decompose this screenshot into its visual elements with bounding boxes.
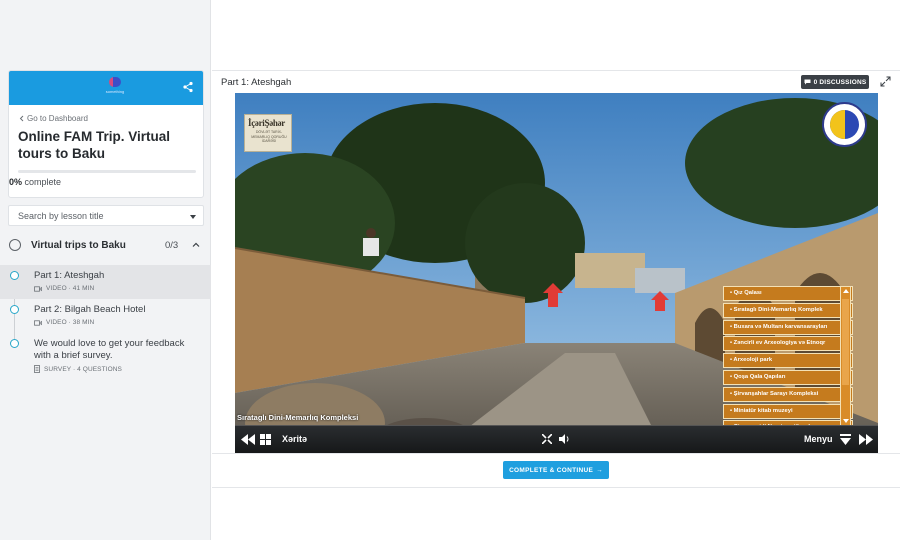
scene-caption: Sırataglı Dini-Memarlıq Kompleksi	[237, 413, 359, 422]
tour-menu-item[interactable]: • Qız Qalası	[723, 286, 853, 301]
back-link-label: Go to Dashboard	[27, 114, 88, 123]
scroll-up-icon[interactable]	[843, 289, 849, 293]
previous-scene-icon[interactable]	[241, 434, 255, 445]
section-status-icon	[9, 239, 21, 251]
lesson-item-survey[interactable]: We would love to get your feedback with …	[0, 333, 211, 379]
map-button[interactable]: Xəritə	[282, 434, 307, 444]
menu-dropdown-icon[interactable]	[840, 434, 851, 445]
share-icon[interactable]	[182, 81, 194, 93]
tour-menu-item[interactable]: • Arxeoloji park	[723, 353, 853, 369]
lesson-item-part-1[interactable]: Part 1: Ateshgah VIDEO · 41 MIN	[0, 265, 211, 299]
progress-label: complete	[22, 177, 62, 187]
lesson-title: Part 1: Ateshgah	[34, 270, 105, 281]
lesson-footer: COMPLETE & CONTINUE →	[212, 453, 900, 489]
volume-icon[interactable]	[559, 434, 570, 444]
lesson-search-placeholder: Search by lesson title	[18, 211, 104, 221]
lesson-title: Part 2: Bilgah Beach Hotel	[34, 304, 146, 315]
tour-menu-item[interactable]: • Miniatür kitab muzeyi	[723, 403, 853, 419]
tour-logo: İçəriŞəhər DÖVLƏT TARİX-MEMARLIQ QORUĞU …	[244, 114, 292, 152]
chevron-up-icon[interactable]	[192, 241, 200, 249]
complete-button-label: COMPLETE & CONTINUE	[509, 466, 594, 474]
progress-bar	[18, 170, 196, 173]
arrow-right-icon: →	[596, 466, 603, 474]
chevron-left-icon	[19, 115, 24, 122]
scroll-down-icon[interactable]	[843, 419, 849, 423]
lesson-meta: VIDEO · 41 MIN	[34, 285, 94, 292]
lesson-search-select[interactable]: Search by lesson title	[8, 205, 204, 226]
lesson-status-icon	[10, 305, 19, 314]
lesson-status-icon	[10, 339, 19, 348]
progress-text: 0% complete	[9, 177, 61, 187]
lesson-title: We would love to get your feedback with …	[34, 338, 185, 361]
caret-down-icon	[190, 215, 196, 219]
tour-menu-item[interactable]: • Sırataglı Dini-Memarlıq Komplek	[723, 302, 853, 318]
tour-logo-subtitle: DÖVLƏT TARİX-MEMARLIQ QORUĞU İDARƏSİ	[251, 130, 287, 143]
lesson-meta-text: VIDEO · 38 MIN	[46, 319, 95, 326]
lesson-header-title: Part 1: Ateshgah	[221, 77, 292, 88]
video-icon	[34, 285, 42, 292]
tour-menu-item[interactable]: • Şirvanşahlar Sarayı Kompleksi	[723, 386, 853, 402]
fullscreen-toggle-icon[interactable]	[542, 434, 552, 444]
lesson-meta: SURVEY · 4 QUESTIONS	[34, 365, 122, 373]
survey-icon	[34, 365, 40, 373]
section-title: Virtual trips to Baku	[31, 240, 126, 251]
tour-location-menu[interactable]: • Qız Qalası • Sırataglı Dini-Memarlıq Ko…	[723, 286, 853, 427]
discussions-button[interactable]: 0 DISCUSSIONS	[801, 75, 869, 89]
tour-logo-name: İçəriŞəhər	[248, 118, 285, 128]
tour-menu-item[interactable]: • Qoşa Qala Qapıları	[723, 369, 853, 385]
fullscreen-icon[interactable]	[880, 76, 891, 87]
tour-menu-item[interactable]: • Buxara və Multanı karvansarayları	[723, 319, 853, 335]
course-banner: something	[9, 71, 203, 105]
progress-percent: 0%	[9, 177, 23, 187]
lesson-meta-text: VIDEO · 41 MIN	[46, 285, 95, 292]
virtual-tour-viewer[interactable]: İçəriŞəhər DÖVLƏT TARİX-MEMARLIQ QORUĞU …	[235, 93, 878, 453]
next-scene-icon[interactable]	[859, 434, 873, 445]
course-title: Online FAM Trip. Virtual tours to Baku	[18, 129, 171, 161]
section-header[interactable]: Virtual trips to Baku 0/3	[0, 233, 211, 258]
lesson-meta: VIDEO · 38 MIN	[34, 319, 94, 326]
tour-toolbar: Xəritə Menyu	[235, 425, 878, 453]
discussions-label: 0 DISCUSSIONS	[813, 78, 867, 86]
course-sidebar: something Go to Dashboard Online FAM Tri…	[0, 0, 211, 540]
lesson-content-panel: Part 1: Ateshgah 0 DISCUSSIONS İçəriŞəhə…	[212, 70, 900, 488]
menu-scrollbar[interactable]	[840, 286, 851, 427]
lesson-meta-text: SURVEY · 4 QUESTIONS	[44, 365, 122, 373]
go-to-dashboard-link[interactable]: Go to Dashboard	[19, 114, 88, 123]
tour-menu-item[interactable]: • Zəncirli ev Arxeologiya və Etnoqr	[723, 336, 853, 352]
lesson-item-part-2[interactable]: Part 2: Bilgah Beach Hotel VIDEO · 38 MI…	[0, 299, 211, 333]
menu-button[interactable]: Menyu	[804, 434, 833, 444]
video-icon	[34, 319, 42, 326]
scroll-thumb[interactable]	[842, 299, 849, 385]
comment-icon	[804, 79, 811, 85]
section-count: 0/3	[165, 240, 179, 251]
yin-yang-icon[interactable]	[822, 102, 867, 147]
brand-logo: something	[100, 76, 130, 98]
lesson-status-icon	[10, 271, 19, 280]
thumbnails-grid-icon[interactable]	[260, 434, 271, 445]
complete-and-continue-button[interactable]: COMPLETE & CONTINUE →	[503, 461, 609, 479]
